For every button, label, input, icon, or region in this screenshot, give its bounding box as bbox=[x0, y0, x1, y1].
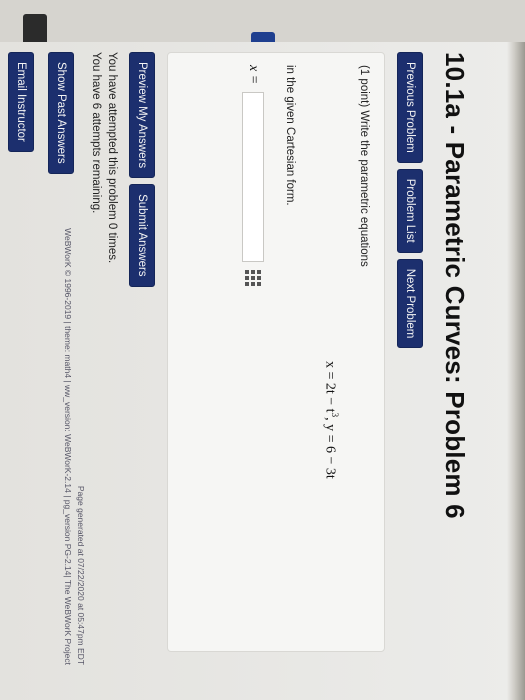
show-past-answers-button[interactable]: Show Past Answers bbox=[47, 52, 74, 174]
equation-editor-grid-icon[interactable] bbox=[245, 270, 261, 287]
submit-answers-button[interactable]: Submit Answers bbox=[129, 184, 155, 287]
equation-y: , y = 6 − 3t bbox=[322, 417, 338, 479]
problem-prompt: (1 point) Write the parametric equations bbox=[358, 65, 370, 267]
previous-problem-button[interactable]: Previous Problem bbox=[397, 52, 423, 163]
parametric-equation: x = 2t − t3, y = 6 − 3t bbox=[321, 361, 340, 479]
left-sidebar-strip bbox=[0, 0, 525, 42]
email-instructor-button[interactable]: Email Instructor bbox=[7, 52, 34, 152]
submit-actions: Preview My Answers Submit Answers bbox=[129, 52, 155, 652]
attempts-made-text: You have attempted this problem 0 times. bbox=[106, 52, 118, 264]
page-title: 10.1a - Parametric Curves: Problem 6 bbox=[440, 52, 470, 519]
rotated-screen: 10.1a - Parametric Curves: Problem 6 Pre… bbox=[0, 0, 525, 700]
problem-subprompt: in the given Cartesian form. bbox=[284, 65, 296, 206]
problem-navigation: Previous Problem Problem List Next Probl… bbox=[397, 52, 423, 652]
preview-answers-button[interactable]: Preview My Answers bbox=[129, 52, 155, 179]
answer-input[interactable] bbox=[242, 92, 264, 263]
sidebar-tab[interactable] bbox=[23, 14, 47, 42]
sidebar-tab-active[interactable] bbox=[251, 32, 275, 42]
problem-panel: (1 point) Write the parametric equations… bbox=[167, 52, 385, 652]
next-problem-button[interactable]: Next Problem bbox=[397, 258, 423, 349]
problem-list-button[interactable]: Problem List bbox=[397, 168, 423, 253]
page-generated-text: Page generated at 07/22/2020 at 05:47pm … bbox=[76, 485, 86, 665]
page-footer: Page generated at 07/22/2020 at 05:47pm … bbox=[62, 185, 88, 665]
screen-edge-shadow bbox=[507, 0, 525, 700]
answer-label: x = bbox=[246, 65, 261, 85]
answer-row: x = bbox=[242, 65, 264, 287]
attempts-remaining-text: You have 6 attempts remaining. bbox=[90, 52, 103, 214]
credits-text: WeBWorK © 1996-2019 | theme: math4 | ww_… bbox=[63, 228, 74, 665]
equation-x: x = 2t − t bbox=[322, 361, 338, 413]
attempt-status: You have attempted this problem 0 times.… bbox=[88, 52, 119, 652]
